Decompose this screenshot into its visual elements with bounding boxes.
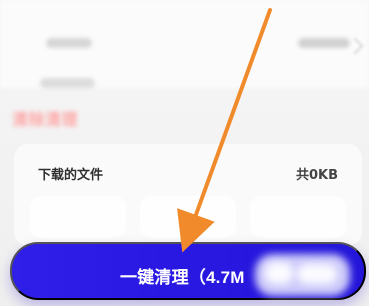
blurred-setting-label-2 xyxy=(40,78,95,88)
cleanup-screen: 清除清理 下载的文件 共0KB 一键清理（4.7M xyxy=(0,0,369,306)
one-click-clean-label: 一键清理（4.7M xyxy=(120,268,245,287)
blurred-setting-value-1 xyxy=(298,38,350,48)
downloads-size: 共0KB xyxy=(296,168,339,183)
file-tile-2[interactable] xyxy=(140,196,236,238)
file-tile-1[interactable] xyxy=(30,196,126,238)
blurred-setting-label-1 xyxy=(46,38,92,48)
top-settings-card xyxy=(0,0,369,88)
section-title: 清除清理 xyxy=(12,110,79,129)
downloads-label: 下载的文件 xyxy=(38,168,104,183)
file-tile-3[interactable] xyxy=(250,196,346,238)
redaction-blur xyxy=(255,254,350,296)
